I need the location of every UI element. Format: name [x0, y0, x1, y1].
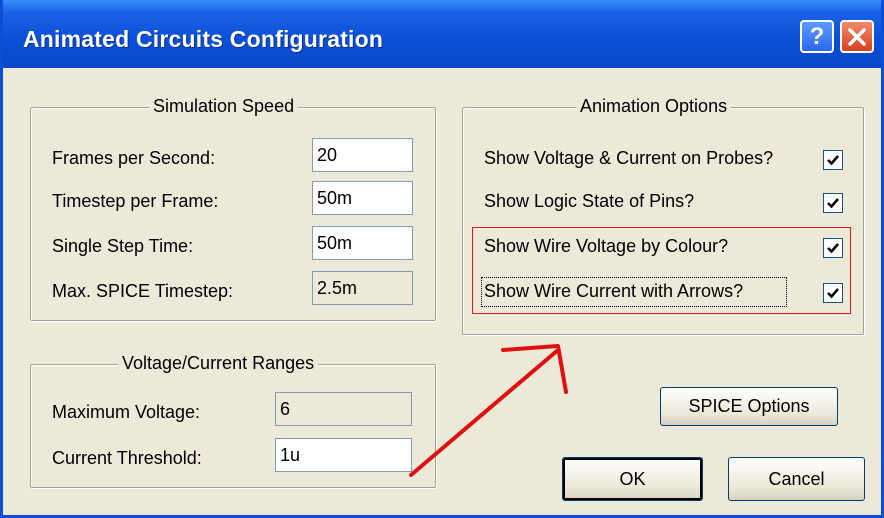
show-logic-state-label: Show Logic State of Pins? [484, 191, 695, 211]
ok-button[interactable]: OK [562, 457, 703, 501]
timestep-per-frame-label: Timestep per Frame: [52, 191, 219, 211]
show-voltage-current-checkbox[interactable] [823, 150, 843, 170]
cancel-label: Cancel [768, 469, 825, 489]
highlight-annotation-box [472, 227, 851, 314]
max-spice-timestep-label: Max. SPICE Timestep: [52, 281, 234, 301]
checkmark-icon [827, 198, 839, 209]
show-voltage-current-label: Show Voltage & Current on Probes? [484, 148, 774, 168]
single-step-time-input[interactable] [312, 226, 413, 260]
current-threshold-label: Current Threshold: [52, 448, 202, 468]
maximum-voltage-input[interactable] [275, 392, 412, 426]
frames-per-second-input[interactable] [312, 138, 413, 172]
help-button[interactable]: ? [800, 20, 834, 53]
spice-options-button[interactable]: SPICE Options [660, 387, 838, 426]
max-spice-timestep-input[interactable] [312, 271, 413, 305]
help-icon: ? [809, 23, 825, 50]
show-logic-state-checkbox[interactable] [823, 193, 843, 213]
animation-options-legend: Animation Options [576, 96, 732, 117]
dialog-window: Animated Circuits Configuration ? Simula… [0, 0, 884, 518]
window-title: Animated Circuits Configuration [23, 26, 384, 52]
title-bar[interactable]: Animated Circuits Configuration ? [3, 0, 881, 68]
simulation-speed-legend: Simulation Speed [149, 96, 299, 117]
close-icon [848, 28, 866, 46]
spice-options-label: SPICE Options [688, 396, 810, 416]
ok-label: OK [619, 469, 646, 489]
frames-per-second-label: Frames per Second: [52, 148, 216, 168]
single-step-time-label: Single Step Time: [52, 236, 194, 256]
cancel-button[interactable]: Cancel [728, 457, 865, 501]
voltage-current-ranges-legend: Voltage/Current Ranges [118, 353, 319, 374]
current-threshold-input[interactable] [275, 438, 412, 472]
maximum-voltage-label: Maximum Voltage: [52, 402, 201, 422]
timestep-per-frame-input[interactable] [312, 181, 413, 215]
close-button[interactable] [840, 20, 874, 53]
checkmark-icon [827, 155, 839, 166]
